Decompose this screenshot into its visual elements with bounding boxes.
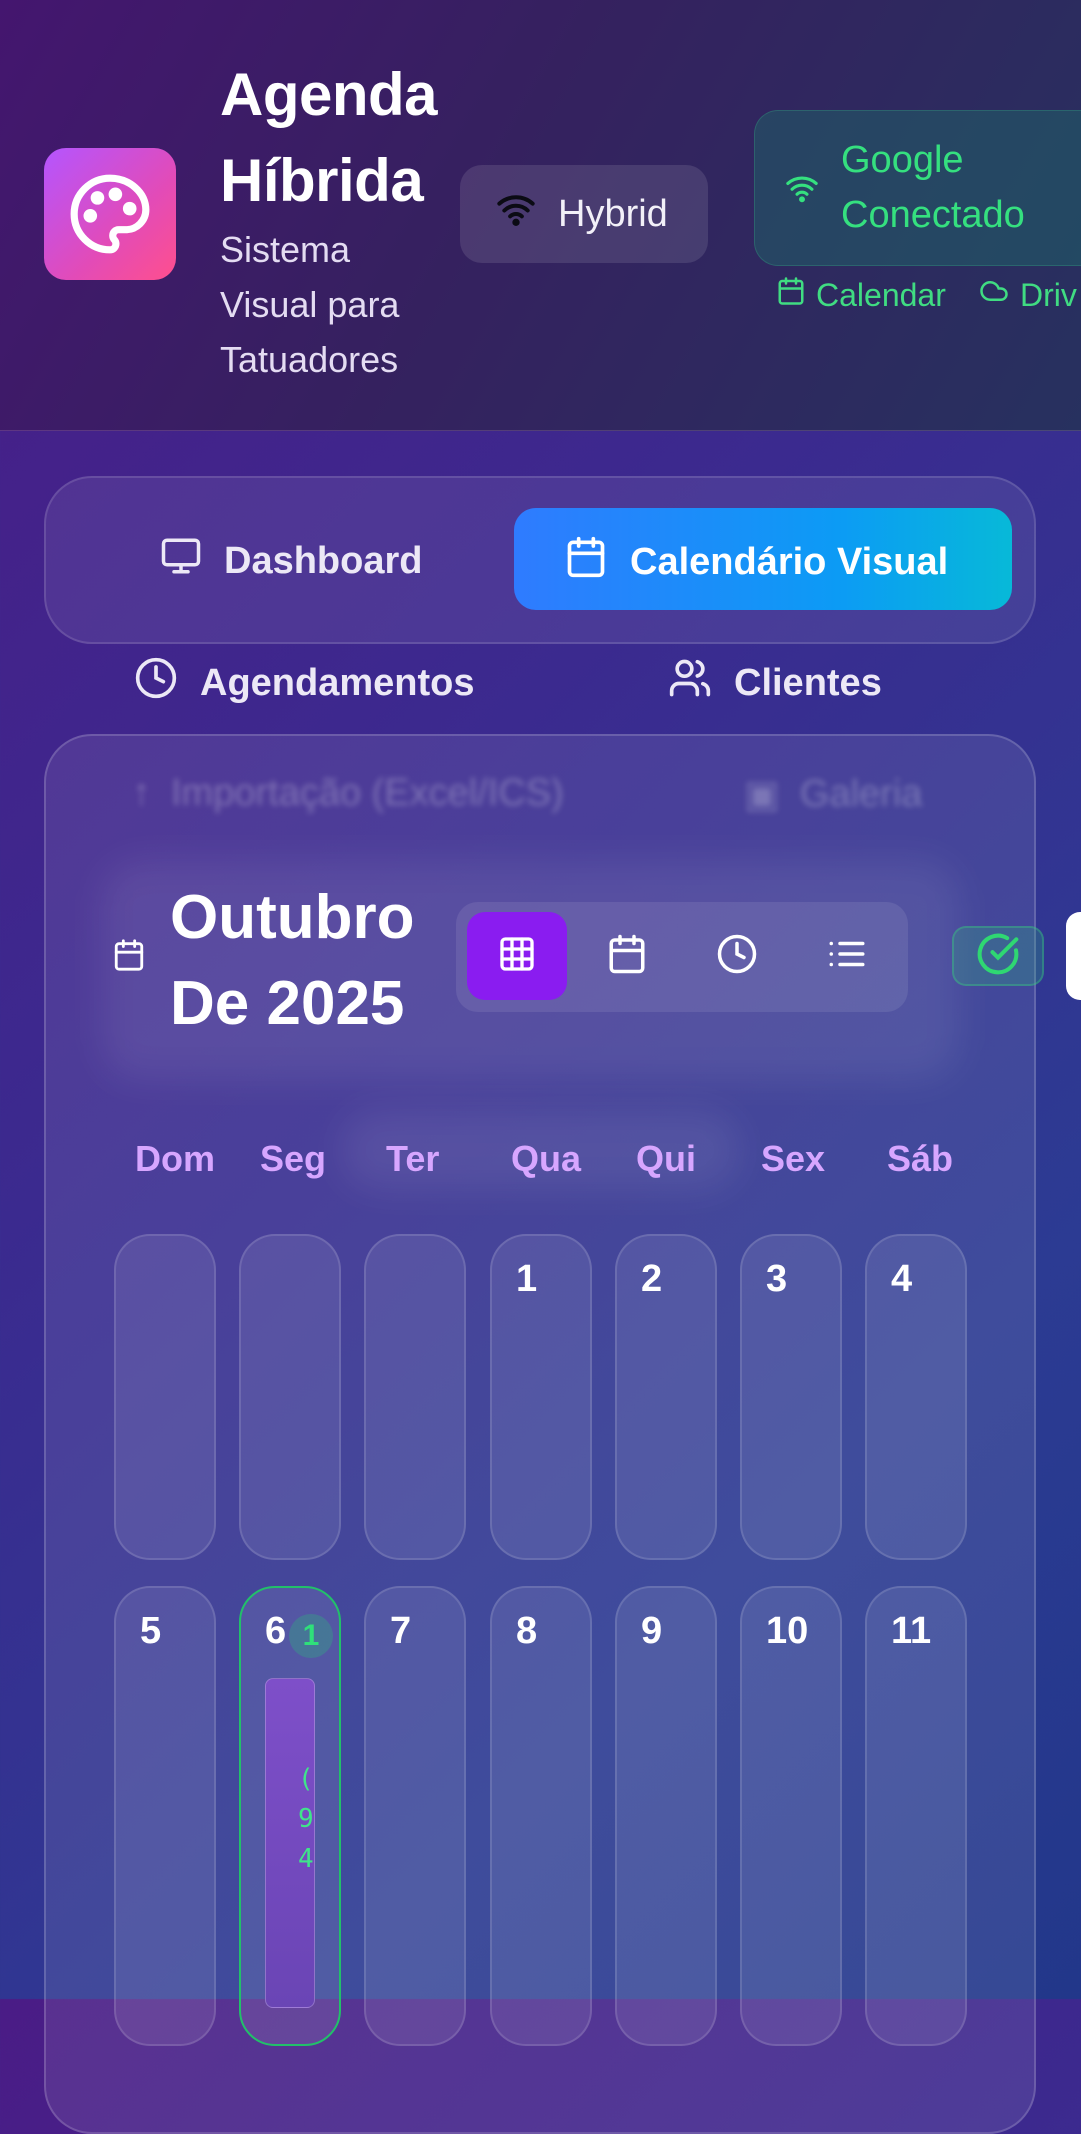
day-cell-1[interactable]: 1 <box>490 1234 592 1560</box>
day-cell-9[interactable]: 9 <box>615 1586 717 2046</box>
grid-icon <box>497 934 537 979</box>
cloud-icon <box>978 276 1010 314</box>
day-number: 9 <box>641 1610 663 1652</box>
list-icon <box>826 933 868 980</box>
check-circle-icon <box>976 932 1020 981</box>
day-number: 7 <box>390 1610 412 1652</box>
tab-importacao[interactable]: ↑ Importação (Excel/ICS) <box>132 772 564 815</box>
weekday-label: Dom <box>135 1138 215 1179</box>
app-subtitle: Sistema Visual para Tatuadores <box>220 229 400 380</box>
calendar-icon <box>564 535 608 589</box>
weekday-label: Qui <box>636 1138 696 1179</box>
appointment-event-text: (1 9 4 <box>298 1764 314 1874</box>
day-cell-empty[interactable] <box>239 1234 341 1560</box>
google-status-text: Google Conectado <box>841 139 1025 236</box>
calendar-icon <box>112 938 146 977</box>
hybrid-mode-button[interactable]: Hybrid <box>460 165 708 263</box>
view-list-button[interactable] <box>797 912 897 1000</box>
calendar-icon <box>776 276 806 314</box>
day-cell-3[interactable]: 3 <box>740 1234 842 1560</box>
day-number: 6 <box>265 1610 287 1652</box>
appointment-event[interactable]: (1 9 4 <box>265 1678 315 2008</box>
day-cell-empty[interactable] <box>114 1234 216 1560</box>
upload-icon: ↑ <box>132 772 151 814</box>
day-number: 8 <box>516 1610 538 1652</box>
day-cell-6[interactable]: 6 1 (1 9 4 <box>239 1586 341 2046</box>
month-title: Outubro De 2025 <box>170 883 415 1038</box>
google-status-card[interactable]: Google Conectado <box>754 110 1081 266</box>
appointment-count-badge: 1 <box>289 1614 333 1658</box>
day-number: 11 <box>891 1610 932 1652</box>
app-title: Agenda Híbrida <box>220 61 438 214</box>
day-cell-4[interactable]: 4 <box>865 1234 967 1560</box>
tab-clientes[interactable]: Clientes <box>668 656 882 710</box>
palette-logo-icon <box>44 148 176 280</box>
users-icon <box>668 656 712 710</box>
weekday-label: Sáb <box>887 1138 954 1179</box>
view-month-grid-button[interactable] <box>467 912 567 1000</box>
weekday-label: Qua <box>511 1138 582 1179</box>
day-number: 5 <box>140 1610 162 1652</box>
weekday-label: Sex <box>761 1138 826 1179</box>
weekday-label: Ter <box>386 1138 440 1179</box>
tab-calendario-visual-content[interactable]: Calendário Visual <box>564 535 948 589</box>
view-week-button[interactable] <box>577 912 677 1000</box>
drive-service-link[interactable]: Driv <box>978 276 1077 314</box>
clock-icon <box>716 933 758 980</box>
monitor-icon <box>160 535 202 587</box>
image-icon: ▣ <box>744 774 780 816</box>
day-cell-7[interactable]: 7 <box>364 1586 466 2046</box>
clock-icon <box>134 656 178 710</box>
calendar-icon <box>606 933 648 980</box>
weekday-label: Seg <box>260 1138 327 1179</box>
sync-status-button[interactable] <box>952 926 1044 986</box>
view-day-button[interactable] <box>687 912 787 1000</box>
day-cell-8[interactable]: 8 <box>490 1586 592 2046</box>
day-cell-11[interactable]: 11 <box>865 1586 967 2046</box>
day-cell-empty[interactable] <box>364 1234 466 1560</box>
day-cell-2[interactable]: 2 <box>615 1234 717 1560</box>
wifi-icon <box>496 189 536 239</box>
day-cell-5[interactable]: 5 <box>114 1586 216 2046</box>
hybrid-mode-label: Hybrid <box>558 192 668 235</box>
tab-agendamentos[interactable]: Agendamentos <box>134 656 474 710</box>
day-number: 10 <box>766 1610 809 1652</box>
day-number: 1 <box>516 1258 538 1300</box>
tab-dashboard[interactable]: Dashboard <box>160 535 422 587</box>
tab-galeria[interactable]: ▣ Galeria <box>744 772 922 817</box>
calendar-service-link[interactable]: Calendar <box>776 276 946 314</box>
app-header: Agenda Híbrida Sistema Visual para Tatua… <box>0 0 1081 431</box>
day-cell-10[interactable]: 10 <box>740 1586 842 2046</box>
day-number: 3 <box>766 1258 788 1300</box>
overflow-button[interactable] <box>1066 912 1081 1000</box>
wifi-icon <box>785 171 819 210</box>
day-number: 2 <box>641 1258 663 1300</box>
day-number: 4 <box>891 1258 913 1300</box>
